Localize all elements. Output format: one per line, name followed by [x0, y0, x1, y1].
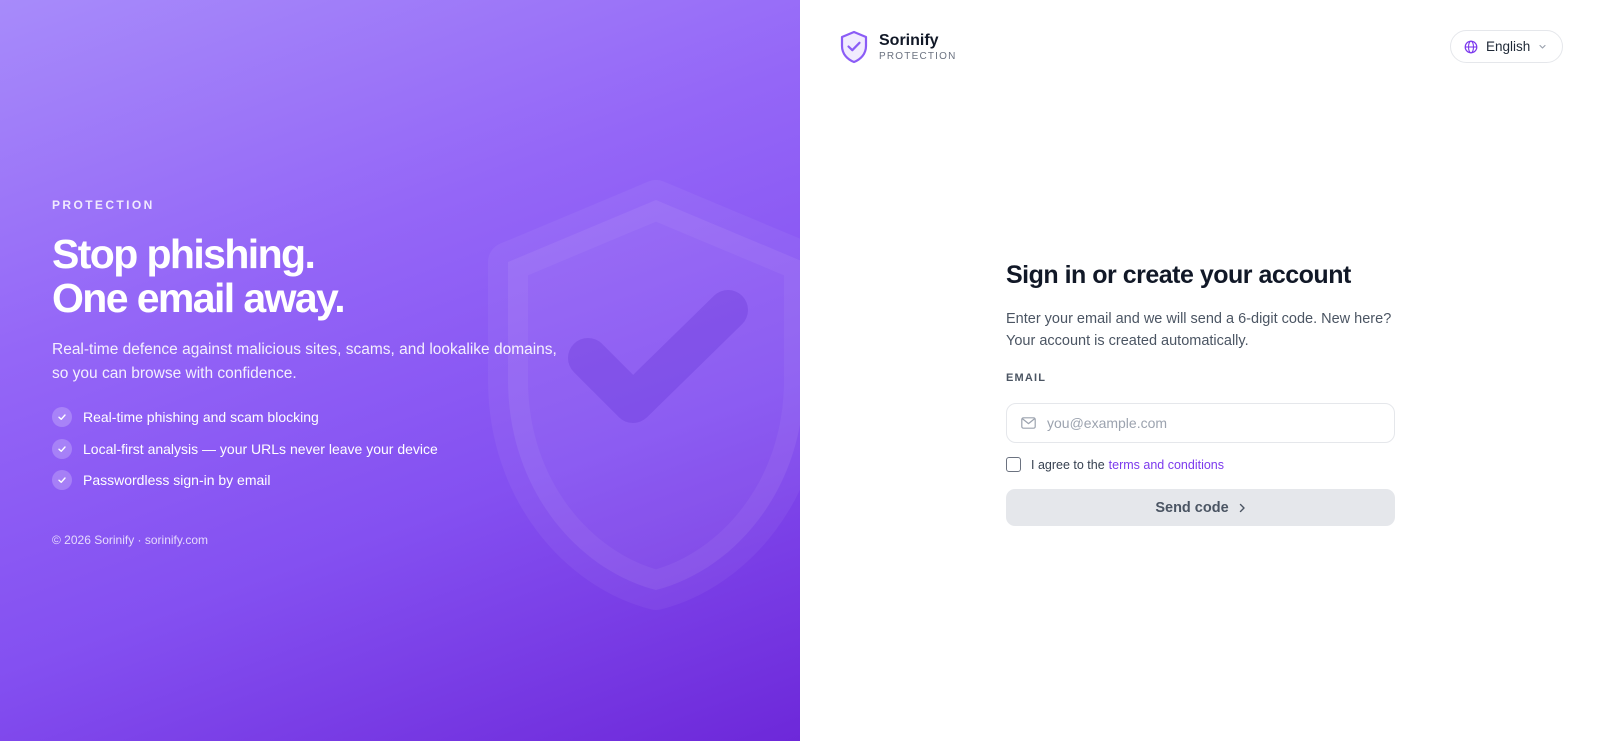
language-label: English: [1486, 39, 1531, 54]
terms-checkbox[interactable]: [1006, 457, 1021, 472]
send-code-button[interactable]: Send code: [1006, 489, 1395, 526]
check-icon: [52, 407, 72, 427]
chevron-right-icon: [1239, 503, 1245, 512]
mail-icon: [1021, 417, 1036, 429]
brand-logo[interactable]: Sorinify PROTECTION: [839, 30, 957, 64]
hero-headline-line2: One email away.: [52, 275, 346, 321]
hero-content: PROTECTION Stop phishing. One email away…: [52, 198, 592, 547]
terms-prefix: I agree to the: [1031, 457, 1105, 472]
hero-subtext: Real-time defence against malicious site…: [52, 341, 557, 382]
brand-text: Sorinify PROTECTION: [879, 32, 957, 63]
send-code-label: Send code: [1155, 499, 1229, 516]
hero-eyebrow: PROTECTION: [52, 198, 155, 212]
brand-tagline: PROTECTION: [879, 50, 957, 62]
feature-text: Real-time phishing and scam blocking: [83, 409, 319, 425]
brand-name: Sorinify: [879, 31, 939, 49]
email-input[interactable]: [1047, 415, 1377, 431]
form-description: Enter your email and we will send a 6-di…: [1006, 311, 1392, 349]
copyright: © 2026 Sorinify · sorinify.com: [52, 533, 209, 547]
signin-form: Sign in or create your account Enter you…: [1006, 258, 1395, 526]
feature-item: Real-time phishing and scam blocking: [52, 406, 592, 428]
terms-link[interactable]: terms and conditions: [1109, 458, 1224, 472]
email-field-wrapper[interactable]: [1006, 403, 1395, 443]
form-title: Sign in or create your account: [1006, 261, 1351, 289]
feature-list: Real-time phishing and scam blocking Loc…: [52, 406, 592, 491]
terms-agreement: I agree to the terms and conditions: [1006, 457, 1395, 472]
email-label: EMAIL: [1006, 372, 1047, 384]
feature-item: Passwordless sign-in by email: [52, 469, 592, 491]
hero-headline-line1: Stop phishing.: [52, 231, 316, 277]
shield-check-icon: [840, 30, 868, 64]
feature-text: Local-first analysis — your URLs never l…: [83, 440, 438, 457]
feature-item: Local-first analysis — your URLs never l…: [52, 438, 592, 460]
language-selector[interactable]: English: [1450, 30, 1563, 63]
feature-text: Passwordless sign-in by email: [83, 472, 271, 488]
hero-headline: Stop phishing. One email away.: [52, 232, 592, 320]
hero-panel: PROTECTION Stop phishing. One email away…: [0, 0, 800, 741]
check-icon: [52, 438, 72, 459]
chevron-down-icon: [1539, 44, 1546, 49]
check-icon: [52, 470, 72, 490]
globe-icon: [1464, 40, 1478, 53]
